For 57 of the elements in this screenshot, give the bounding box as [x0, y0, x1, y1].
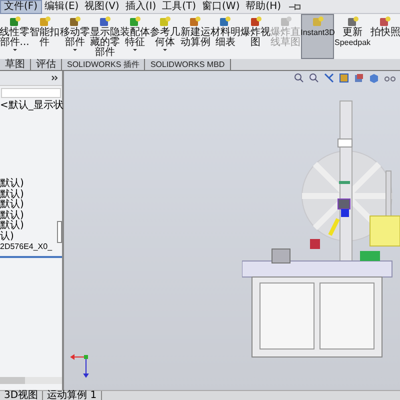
collapse-icon[interactable]: [51, 75, 59, 81]
toolbar-button[interactable]: 线性零 部件...: [0, 14, 30, 59]
tool-icon: [346, 16, 358, 28]
menu-item[interactable]: 插入(I): [122, 0, 160, 12]
menu-item[interactable]: 工具(T): [159, 0, 200, 12]
display-style-icon[interactable]: [354, 73, 364, 83]
toolbar-button[interactable]: Instant3D: [301, 14, 334, 59]
toolbar-button[interactable]: 参考几 何体: [150, 14, 180, 59]
zoom-to-fit-icon[interactable]: [294, 73, 304, 83]
menu-item[interactable]: 视图(V): [82, 0, 122, 12]
toolbar-button[interactable]: 拍快照: [370, 14, 400, 59]
tool-icon: [379, 16, 392, 28]
toolbar-button[interactable]: 显示隐 藏的零 部件: [90, 14, 120, 59]
scroll-bar[interactable]: [0, 377, 62, 384]
zoom-area-icon[interactable]: [309, 73, 319, 83]
tree-item[interactable]: 默认): [0, 190, 24, 200]
menu-item[interactable]: 编辑(E): [42, 0, 82, 12]
tree-item[interactable]: 默认): [0, 200, 24, 210]
tree-item[interactable]: 2D576E4_X0_: [0, 242, 52, 252]
tab[interactable]: 草图: [0, 59, 31, 70]
tree-item[interactable]: <默认_显示状: [0, 100, 64, 111]
pin-icon[interactable]: [288, 2, 302, 10]
toolbar-button[interactable]: 装配体 特征: [120, 14, 150, 59]
menu-item[interactable]: 窗口(W): [199, 0, 243, 12]
tool-icon: [189, 16, 202, 28]
toolbar-button[interactable]: 新建运 动算例: [180, 14, 210, 59]
menu-item[interactable]: 帮助(H): [242, 0, 284, 12]
tab[interactable]: SOLIDWORKS 插件: [62, 59, 146, 70]
status-item[interactable]: 运动算例 1: [43, 391, 102, 400]
toolbar-button[interactable]: 智能扣 件: [30, 14, 60, 59]
tree-item[interactable]: 默认): [0, 179, 24, 190]
tool-icon: [159, 16, 172, 28]
tool-icon: [98, 16, 111, 28]
toolbar-button[interactable]: 爆炸视 图: [241, 14, 270, 59]
tab[interactable]: SOLIDWORKS MBD: [145, 59, 231, 70]
toolbar-button[interactable]: 更新 Speedpak: [335, 14, 370, 59]
tool-icon: [312, 16, 324, 28]
splitter-handle[interactable]: [57, 221, 62, 243]
section-view-icon[interactable]: [339, 73, 349, 83]
tree-item[interactable]: 认): [0, 232, 14, 242]
tool-icon: [219, 16, 232, 28]
tool-icon: [129, 16, 142, 28]
tree-item[interactable]: 默认): [0, 221, 24, 232]
toolbar-button[interactable]: 移动零 部件: [60, 14, 90, 59]
tree-item[interactable]: 默认): [0, 210, 24, 221]
tool-icon: [280, 16, 292, 28]
tool-icon: [8, 16, 21, 28]
cube-icon[interactable]: [369, 73, 379, 83]
view-orientation-icon[interactable]: [324, 73, 334, 83]
toolbar-button[interactable]: 材料明 细表: [210, 14, 240, 59]
tool-icon: [250, 16, 262, 28]
status-item[interactable]: 3D视图: [0, 391, 44, 400]
tool-icon: [68, 16, 81, 28]
tool-icon: [38, 16, 51, 28]
menu-item[interactable]: 文件(F): [0, 0, 42, 14]
filter-field[interactable]: [1, 88, 61, 98]
tab[interactable]: 评估: [31, 59, 62, 70]
